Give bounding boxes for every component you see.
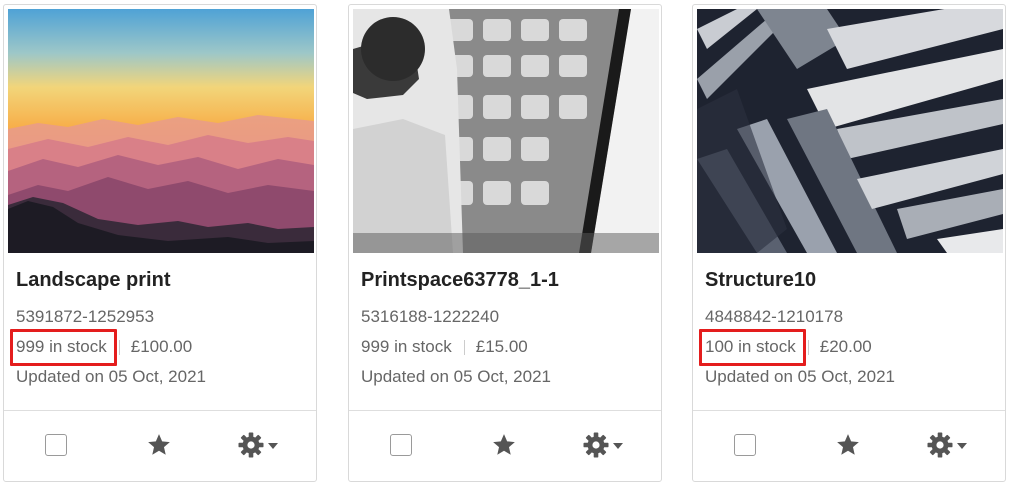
product-title[interactable]: Structure10 <box>705 269 816 292</box>
product-card-landscape-print[interactable]: Landscape print 5391872-1252953 999 in s… <box>3 4 317 482</box>
select-checkbox[interactable] <box>390 434 412 456</box>
gear-icon[interactable] <box>237 431 287 459</box>
product-price: £15.00 <box>475 337 528 356</box>
stock-count: 999 in stock <box>361 337 452 356</box>
gear-icon[interactable] <box>582 431 632 459</box>
divider <box>463 339 465 355</box>
updated-date: Updated on 05 Oct, 2021 <box>705 367 895 386</box>
divider <box>807 339 809 355</box>
updated-date: Updated on 05 Oct, 2021 <box>361 367 551 386</box>
product-image-structure[interactable] <box>697 9 1003 253</box>
gear-icon[interactable] <box>926 431 976 459</box>
star-icon[interactable] <box>146 432 172 458</box>
architecture-structure-image <box>697 9 1003 253</box>
product-price: £100.00 <box>130 337 193 356</box>
divider <box>118 339 120 355</box>
card-actions <box>349 411 661 481</box>
product-sku: 5316188-1222240 <box>361 307 500 326</box>
product-price: £20.00 <box>819 337 872 356</box>
product-card-structure10[interactable]: Structure10 4848842-1210178 100 in stock… <box>692 4 1006 482</box>
stock-price-row: 100 in stock £20.00 <box>699 329 872 366</box>
card-actions <box>4 411 316 481</box>
stock-price-row: 999 in stock £100.00 <box>10 329 193 366</box>
stock-price-row: 999 in stock £15.00 <box>361 337 528 357</box>
card-actions <box>693 411 1005 481</box>
product-title[interactable]: Landscape print <box>16 269 170 292</box>
star-icon[interactable] <box>835 432 861 458</box>
stock-count: 100 in stock <box>699 329 806 366</box>
product-title[interactable]: Printspace63778_1-1 <box>361 269 559 292</box>
product-image-printspace[interactable] <box>353 9 659 253</box>
product-sku: 4848842-1210178 <box>705 307 844 326</box>
select-checkbox[interactable] <box>45 434 67 456</box>
stock-count: 999 in stock <box>10 329 117 366</box>
updated-date: Updated on 05 Oct, 2021 <box>16 367 206 386</box>
product-sku: 5391872-1252953 <box>16 307 155 326</box>
black-and-white-print-image <box>353 9 659 253</box>
mountain-sunset-image <box>8 9 314 253</box>
product-image-landscape[interactable] <box>8 9 314 253</box>
product-card-printspace[interactable]: Printspace63778_1-1 5316188-1222240 999 … <box>348 4 662 482</box>
star-icon[interactable] <box>491 432 517 458</box>
select-checkbox[interactable] <box>734 434 756 456</box>
